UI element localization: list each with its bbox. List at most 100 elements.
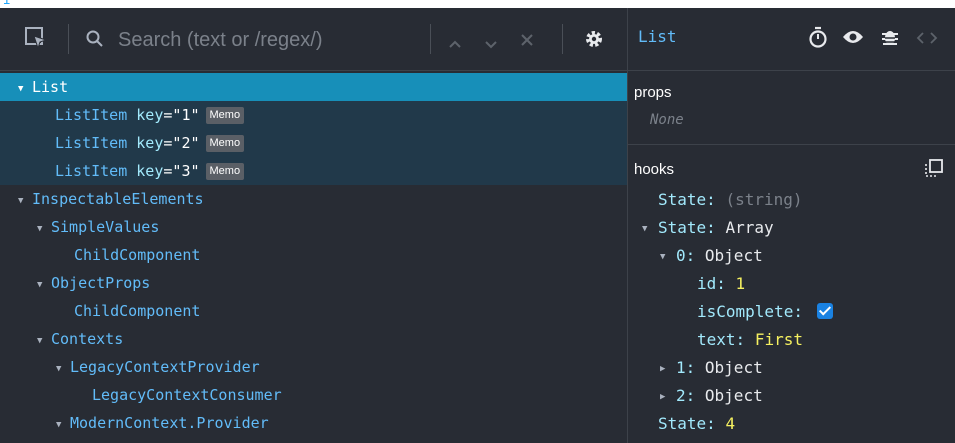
expand-arrow-icon[interactable]: ▼ — [37, 327, 51, 355]
hooks-section-label: hooks — [634, 161, 675, 178]
hook-key: State: — [658, 190, 716, 209]
hook-value: (string) — [725, 190, 803, 209]
component-name: ObjectProps — [51, 274, 151, 292]
expand-arrow-icon[interactable]: ▼ — [660, 252, 676, 262]
hook-row-state-array[interactable]: ▼ State: Array — [642, 218, 774, 237]
memo-badge: Memo — [205, 163, 245, 180]
search-input[interactable]: Search (text or /regex/) — [118, 29, 323, 52]
chevron-up-icon[interactable] — [448, 34, 462, 53]
component-name: SimpleValues — [51, 218, 160, 236]
copy-hooks-icon[interactable] — [925, 159, 943, 181]
code-icon[interactable] — [916, 30, 938, 49]
toolbar-separator — [562, 24, 563, 54]
hook-row-state-number[interactable]: State: 4 — [658, 414, 735, 433]
chevron-down-icon[interactable] — [484, 35, 498, 54]
toolbar-separator — [430, 24, 431, 54]
hook-key: 1: — [676, 358, 696, 377]
key-value: 2 — [181, 134, 191, 152]
expand-arrow-icon[interactable]: ▼ — [18, 75, 32, 103]
gear-icon[interactable] — [583, 28, 605, 54]
hook-row-iscomplete[interactable]: isComplete: — [697, 302, 833, 321]
tree-row-objectprops[interactable]: ▼ ObjectProps — [0, 269, 627, 297]
tree-toolbar: Search (text or /regex/) — [0, 8, 627, 71]
expand-arrow-icon[interactable]: ▼ — [56, 411, 70, 439]
top-strip-text: 1 — [3, 0, 10, 7]
key-attribute: key — [136, 134, 164, 152]
hook-row-item-2[interactable]: ▶ 2: Object — [660, 386, 763, 405]
tree-row-moderncontextprovider[interactable]: ▼ ModernContext.Provider — [0, 409, 627, 437]
expand-arrow-icon[interactable]: ▼ — [642, 224, 658, 234]
search-icon — [86, 30, 104, 52]
collapse-arrow-icon[interactable]: ▶ — [660, 392, 676, 402]
iscomplete-checkbox[interactable] — [816, 303, 833, 319]
component-name: List — [32, 78, 69, 96]
component-name: LegacyContextConsumer — [92, 386, 282, 404]
expand-arrow-icon[interactable]: ▼ — [18, 187, 32, 215]
props-empty-text: None — [650, 112, 684, 128]
inspector-header: List — [628, 8, 955, 71]
tree-row-listitem[interactable]: ListItem key="3" Memo — [0, 157, 627, 185]
memo-badge: Memo — [205, 135, 245, 152]
tree-row-list[interactable]: ▼ List — [0, 73, 627, 101]
key-attribute: key — [136, 162, 164, 180]
hook-value: Array — [725, 218, 774, 237]
hook-value: 1 — [735, 274, 746, 293]
component-name: ListItem — [55, 134, 128, 152]
hook-row-state-string[interactable]: State: (string) — [658, 190, 803, 209]
tree-row-childcomponent[interactable]: ChildComponent — [0, 297, 627, 325]
hook-value: Object — [704, 246, 763, 265]
hook-value: First — [754, 330, 803, 349]
tree-row-listitem[interactable]: ListItem key="1" Memo — [0, 101, 627, 129]
tree-row-contexts[interactable]: ▼ Contexts — [0, 325, 627, 353]
hook-value: 4 — [725, 414, 736, 433]
tree-row-childcomponent[interactable]: ChildComponent — [0, 241, 627, 269]
toolbar-separator — [68, 24, 69, 54]
key-attribute: key — [136, 106, 164, 124]
tree-row-simplevalues[interactable]: ▼ SimpleValues — [0, 213, 627, 241]
top-strip: 1 — [0, 0, 955, 8]
component-name: ChildComponent — [74, 246, 201, 264]
component-name: ListItem — [55, 106, 128, 124]
key-value: 3 — [181, 162, 191, 180]
hook-key: 0: — [676, 246, 696, 265]
hook-value: Object — [704, 358, 763, 377]
hook-row-text[interactable]: text: First — [697, 330, 803, 349]
hook-key: State: — [658, 414, 716, 433]
hook-key: text: — [697, 330, 746, 349]
bug-icon[interactable] — [881, 27, 899, 51]
section-divider — [628, 144, 955, 145]
component-name: ModernContext.Provider — [70, 414, 269, 432]
inspect-element-icon[interactable] — [24, 26, 50, 56]
component-name: InspectableElements — [32, 190, 204, 208]
hook-key: id: — [697, 274, 726, 293]
hook-row-item-1[interactable]: ▶ 1: Object — [660, 358, 763, 377]
component-name: LegacyContextProvider — [70, 358, 260, 376]
devtools-panel: Search (text or /regex/) ▼ List ListItem … — [0, 8, 955, 443]
tree-row-inspectableelements[interactable]: ▼ InspectableElements — [0, 185, 627, 213]
hook-key: isComplete: — [697, 302, 803, 321]
hook-row-id[interactable]: id: 1 — [697, 274, 745, 293]
hook-key: State: — [658, 218, 716, 237]
key-value: 1 — [181, 106, 191, 124]
collapse-arrow-icon[interactable]: ▶ — [660, 364, 676, 374]
component-name: ChildComponent — [74, 302, 201, 320]
props-section-label: props — [634, 84, 672, 101]
tree-row-listitem[interactable]: ListItem key="2" Memo — [0, 129, 627, 157]
hook-value: Object — [704, 386, 763, 405]
expand-arrow-icon[interactable]: ▼ — [56, 355, 70, 383]
expand-arrow-icon[interactable]: ▼ — [37, 271, 51, 299]
hook-row-item-0[interactable]: ▼ 0: Object — [660, 246, 763, 265]
stopwatch-icon[interactable] — [808, 26, 828, 52]
tree-row-legacycontextprovider[interactable]: ▼ LegacyContextProvider — [0, 353, 627, 381]
components-tree-pane: Search (text or /regex/) ▼ List ListItem … — [0, 8, 627, 443]
component-name: ListItem — [55, 162, 128, 180]
memo-badge: Memo — [205, 107, 245, 124]
hook-key: 2: — [676, 386, 696, 405]
eye-icon[interactable] — [842, 29, 864, 49]
close-icon[interactable] — [520, 32, 534, 51]
tree-row-legacycontextconsumer[interactable]: LegacyContextConsumer — [0, 381, 627, 409]
expand-arrow-icon[interactable]: ▼ — [37, 215, 51, 243]
inspector-pane: List props None hooks State: (string) ▼ — [627, 8, 955, 443]
component-name: Contexts — [51, 330, 124, 348]
inspected-component-title: List — [638, 27, 677, 46]
